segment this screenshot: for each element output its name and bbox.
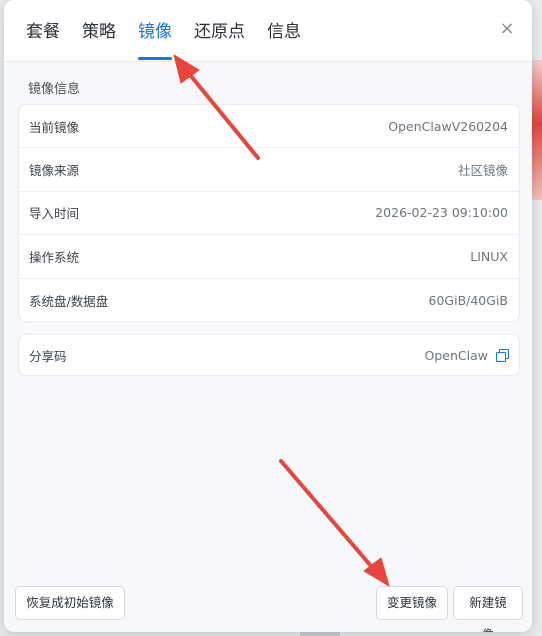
info-row-image-source: 镜像来源 社区镜像 [19, 148, 519, 192]
row-value: OpenClawV260204 [388, 118, 508, 134]
tab-bar: 套餐 策略 镜像 还原点 信息 [26, 0, 323, 62]
info-row-disks: 系统盘/数据盘 60GiB/40GiB [19, 279, 519, 322]
share-code-card: 分享码 OpenClaw [18, 334, 520, 376]
section-title: 镜像信息 [28, 82, 81, 97]
row-value: 社区镜像 [457, 163, 508, 179]
row-label: 分享码 [29, 348, 67, 364]
image-settings-dialog: 套餐 策略 镜像 还原点 信息 × 镜像信息 当前镜像 OpenClawV260… [4, 0, 532, 632]
close-icon[interactable]: × [496, 18, 518, 40]
tab-info[interactable]: 信息 [267, 0, 301, 62]
info-row-os: 操作系统 LINUX [19, 235, 519, 279]
row-value: LINUX [470, 248, 508, 264]
new-image-button[interactable]: 新建镜像 [453, 586, 523, 632]
tab-restore-point[interactable]: 还原点 [194, 0, 245, 62]
row-label: 当前镜像 [29, 119, 80, 135]
row-label: 导入时间 [29, 206, 80, 222]
row-value: 2026-02-23 09:10:00 [375, 205, 508, 221]
dialog-header: 套餐 策略 镜像 还原点 信息 × [4, 0, 532, 62]
tab-image[interactable]: 镜像 [138, 0, 172, 62]
row-value: 60GiB/40GiB [428, 292, 509, 308]
info-row-import-time: 导入时间 2026-02-23 09:10:00 [19, 192, 519, 236]
share-code-value: OpenClaw [424, 347, 509, 363]
info-row-current-image: 当前镜像 OpenClawV260204 [19, 105, 519, 149]
image-info-card: 当前镜像 OpenClawV260204 镜像来源 社区镜像 导入时间 2026… [18, 104, 520, 322]
copy-icon[interactable] [496, 349, 509, 362]
row-label: 镜像来源 [29, 163, 80, 179]
share-code-text: OpenClaw [424, 347, 488, 363]
row-label: 系统盘/数据盘 [29, 293, 109, 309]
share-code-row: 分享码 OpenClaw [19, 335, 519, 375]
reset-to-initial-image-button[interactable]: 恢复成初始镜像 [15, 586, 125, 620]
change-image-button[interactable]: 变更镜像 [376, 586, 448, 620]
background-decoration [532, 60, 542, 200]
row-label: 操作系统 [29, 249, 80, 265]
tab-package[interactable]: 套餐 [26, 0, 60, 62]
tab-policy[interactable]: 策略 [82, 0, 116, 62]
